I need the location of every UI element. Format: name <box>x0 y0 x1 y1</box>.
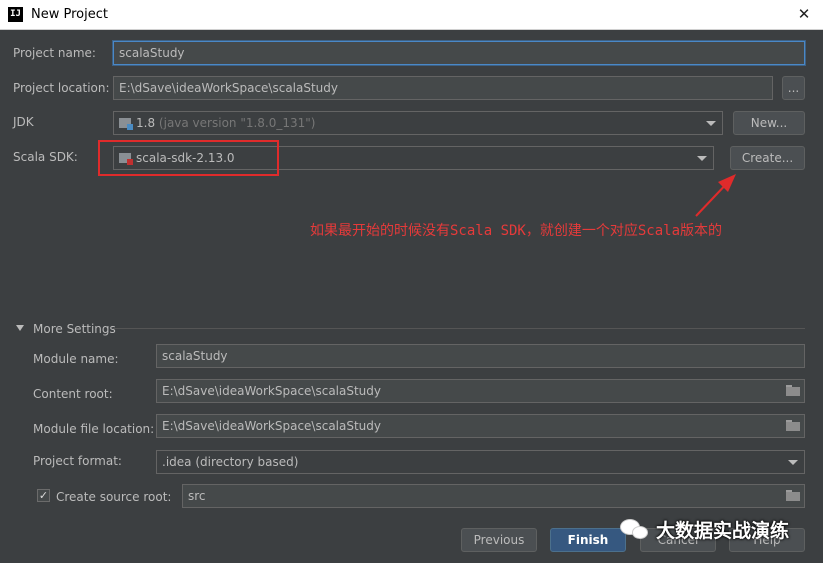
chevron-down-icon <box>697 156 707 161</box>
create-sdk-button[interactable]: Create... <box>730 146 805 170</box>
chevron-down-icon <box>706 121 716 126</box>
jdk-label: JDK <box>13 115 34 129</box>
browse-location-button[interactable]: ... <box>782 76 805 100</box>
window-title: New Project <box>31 7 108 22</box>
more-settings-toggle[interactable]: More Settings <box>33 322 116 336</box>
section-divider <box>113 328 805 329</box>
jdk-folder-icon <box>119 118 133 130</box>
close-icon[interactable]: ✕ <box>796 5 812 23</box>
jdk-new-button[interactable]: New... <box>733 111 805 135</box>
project-name-label: Project name: <box>13 46 96 60</box>
module-name-label: Module name: <box>33 352 119 366</box>
content-root-value: E:\dSave\ideaWorkSpace\scalaStudy <box>162 384 382 398</box>
create-source-root-label[interactable]: Create source root: <box>56 490 171 504</box>
wechat-logo-icon <box>620 517 650 541</box>
module-file-location-value: E:\dSave\ideaWorkSpace\scalaStudy <box>162 419 382 433</box>
jdk-select[interactable]: 1.8 (java version "1.8.0_131") <box>113 111 723 135</box>
source-root-value: src <box>188 489 206 503</box>
folder-icon[interactable] <box>786 420 800 431</box>
jdk-version: 1.8 <box>136 116 156 130</box>
content-root-input[interactable]: E:\dSave\ideaWorkSpace\scalaStudy <box>156 379 805 403</box>
chevron-down-icon <box>788 460 798 465</box>
source-root-input[interactable]: src <box>182 484 805 508</box>
module-file-location-input[interactable]: E:\dSave\ideaWorkSpace\scalaStudy <box>156 414 805 438</box>
project-format-label: Project format: <box>33 454 122 468</box>
annotation-highlight-box <box>98 140 279 176</box>
annotation-text: 如果最开始的时候没有Scala SDK，就创建一个对应Scala版本的 <box>310 223 723 239</box>
scala-sdk-label: Scala SDK: <box>13 150 78 164</box>
create-source-root-checkbox[interactable]: ✓ <box>37 489 50 502</box>
annotation-arrow-icon <box>695 174 736 217</box>
wechat-watermark: 大数据实战演练 <box>620 509 789 549</box>
project-location-input[interactable]: E:\dSave\ideaWorkSpace\scalaStudy <box>113 76 773 100</box>
jdk-detail: (java version "1.8.0_131") <box>158 116 316 130</box>
watermark-text: 大数据实战演练 <box>656 519 790 542</box>
content-root-label: Content root: <box>33 387 113 401</box>
module-file-location-label: Module file location: <box>33 422 155 436</box>
folder-icon[interactable] <box>786 385 800 396</box>
window-titlebar: IJ New Project ✕ <box>0 0 823 30</box>
project-format-value: .idea (directory based) <box>162 455 299 469</box>
previous-button[interactable]: Previous <box>461 528 537 552</box>
project-format-select[interactable]: .idea (directory based) <box>156 450 805 474</box>
project-name-input[interactable]: scalaStudy <box>113 41 805 65</box>
module-name-input[interactable]: scalaStudy <box>156 344 805 368</box>
collapse-triangle-icon[interactable] <box>16 325 24 331</box>
intellij-logo-icon: IJ <box>8 7 23 22</box>
finish-button[interactable]: Finish <box>550 528 626 552</box>
project-location-label: Project location: <box>13 81 110 95</box>
folder-icon[interactable] <box>786 490 800 501</box>
